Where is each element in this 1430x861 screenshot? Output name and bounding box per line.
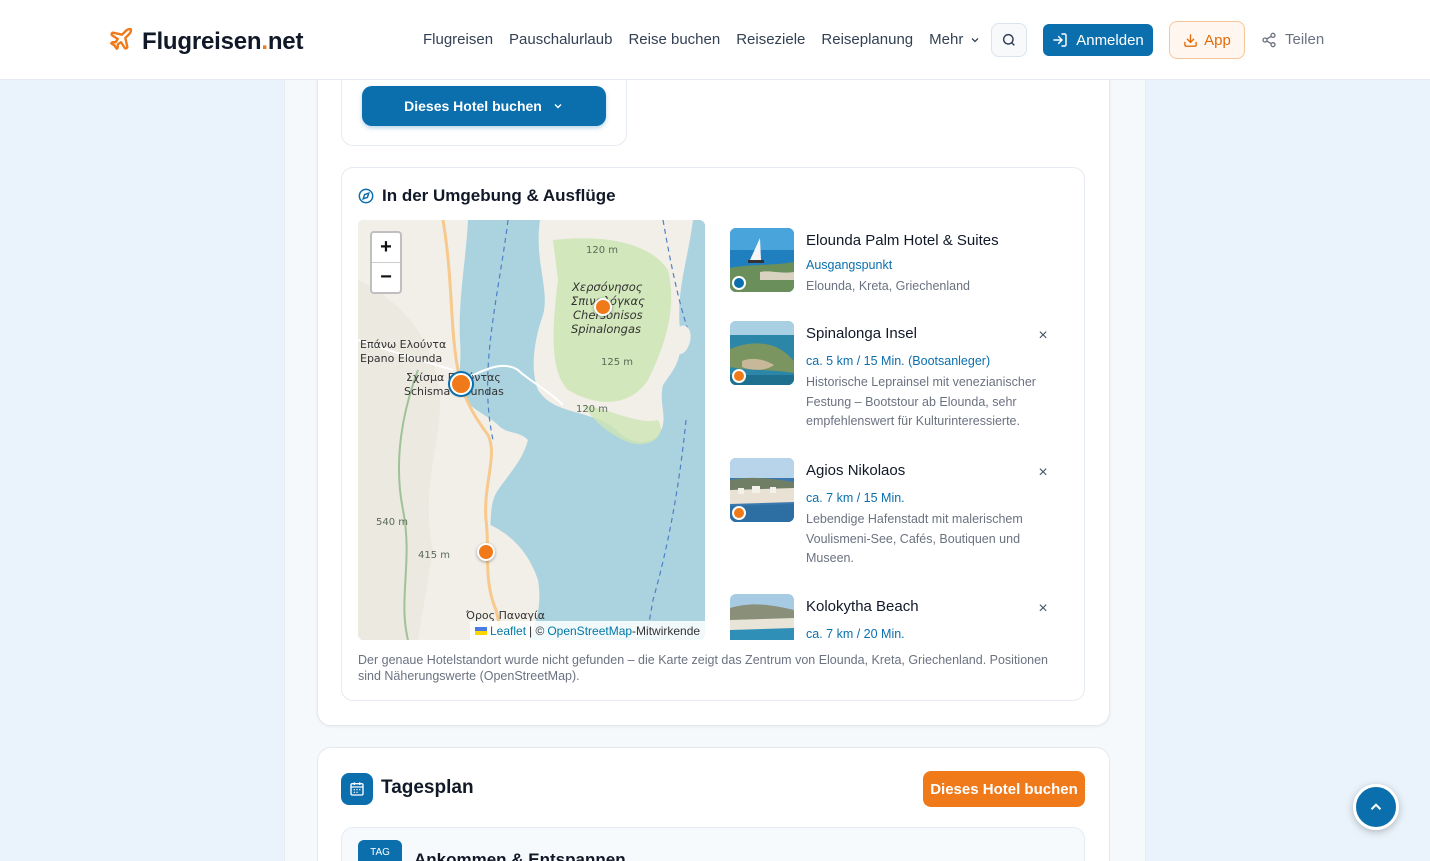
item-meta: ca. 7 km / 15 Min. bbox=[806, 491, 905, 505]
nav-reiseziele[interactable]: Reiseziele bbox=[736, 31, 805, 48]
map-zoom-control: + − bbox=[370, 231, 402, 294]
item-meta: ca. 7 km / 20 Min. bbox=[806, 627, 905, 640]
map-note: Der genaue Hotelstandort wurde nicht gef… bbox=[358, 653, 1049, 683]
map-zoom-in-button[interactable]: + bbox=[372, 233, 400, 262]
logo-text: Flugreisen.net bbox=[142, 27, 304, 55]
item-name: Spinalonga Insel bbox=[806, 325, 917, 342]
map-tiles bbox=[358, 220, 705, 640]
compass-icon bbox=[358, 188, 374, 204]
login-icon bbox=[1053, 33, 1067, 47]
surroundings-list: Elounda Palm Hotel & Suites Ausgangspunk… bbox=[730, 228, 1060, 640]
nav-mehr-label: Mehr bbox=[929, 31, 964, 48]
item-name: Kolokytha Beach bbox=[806, 598, 919, 615]
map-label-elevation: 415 m bbox=[418, 550, 451, 561]
day-title: Ankommen & Entspannen bbox=[414, 850, 626, 861]
surroundings-title: In der Umgebung & Ausflüge bbox=[358, 186, 616, 206]
surroundings-map[interactable]: 120 m Χερσόνησος Σπιναλόγκας Chersonisos… bbox=[358, 220, 705, 640]
item-desc: Elounda, Kreta, Griechenland bbox=[806, 279, 970, 293]
share-label: Teilen bbox=[1285, 31, 1325, 48]
map-zoom-out-button[interactable]: − bbox=[372, 263, 400, 292]
item-thumbnail bbox=[730, 594, 794, 640]
nav-reise-buchen[interactable]: Reise buchen bbox=[628, 31, 720, 48]
osm-link[interactable]: OpenStreetMap bbox=[547, 624, 632, 638]
item-desc: Historische Leprainsel mit venezianische… bbox=[806, 375, 1036, 428]
day-badge: TAG bbox=[358, 840, 402, 861]
map-label-elevation: 120 m bbox=[586, 245, 619, 256]
dayplan-icon-box bbox=[341, 773, 373, 805]
app-button[interactable]: App bbox=[1169, 21, 1245, 59]
map-marker-hotel[interactable] bbox=[450, 373, 472, 395]
main-nav: Flugreisen Pauschalurlaub Reise buchen R… bbox=[423, 31, 981, 48]
item-dot bbox=[732, 276, 746, 290]
plane-icon bbox=[108, 26, 134, 57]
surroundings-title-text: In der Umgebung & Ausflüge bbox=[382, 186, 616, 205]
chevron-down-icon bbox=[554, 104, 562, 109]
attribution-separator: | © bbox=[529, 623, 545, 638]
calendar-icon bbox=[350, 782, 364, 796]
nav-pauschalurlaub[interactable]: Pauschalurlaub bbox=[509, 31, 612, 48]
remove-item-button[interactable]: × bbox=[1036, 328, 1050, 344]
remove-item-button[interactable]: × bbox=[1036, 465, 1050, 481]
book-hotel-button[interactable]: Dieses Hotel buchen bbox=[362, 86, 606, 126]
download-icon bbox=[1184, 33, 1197, 47]
item-name: Elounda Palm Hotel & Suites bbox=[806, 232, 999, 249]
map-label-place: Χερσόνησος bbox=[572, 280, 643, 294]
map-marker-agios-nikolaos[interactable] bbox=[477, 543, 495, 561]
ukraine-flag-icon bbox=[475, 626, 487, 635]
nav-reiseplanung[interactable]: Reiseplanung bbox=[821, 31, 913, 48]
app-label: App bbox=[1204, 31, 1231, 49]
item-dot bbox=[732, 506, 746, 520]
chevron-down-icon bbox=[971, 37, 979, 42]
book-hotel-label: Dieses Hotel buchen bbox=[404, 98, 542, 114]
item-meta: ca. 5 km / 15 Min. (Bootsanleger) bbox=[806, 354, 991, 368]
search-icon bbox=[1002, 33, 1015, 46]
scroll-top-button[interactable] bbox=[1353, 784, 1399, 830]
map-label-elevation: 120 m bbox=[576, 404, 609, 415]
attribution-suffix: -Mitwirkende bbox=[632, 623, 701, 638]
site-header: Flugreisen.net Flugreisen Pauschalurlaub… bbox=[0, 0, 1430, 80]
item-thumbnail bbox=[730, 321, 794, 385]
item-dot bbox=[732, 369, 746, 383]
share-icon bbox=[1262, 32, 1276, 47]
map-label-place: Επάνω Ελούντα bbox=[360, 338, 447, 351]
item-name: Agios Nikolaos bbox=[806, 462, 906, 479]
map-attribution: Leaflet | © OpenStreetMap-Mitwirkende bbox=[470, 621, 706, 640]
share-button[interactable]: Teilen bbox=[1261, 31, 1324, 48]
map-label-place: Spinalongas bbox=[571, 322, 641, 336]
item-meta: Ausgangspunkt bbox=[806, 258, 893, 272]
dayplan-book-button[interactable]: Dieses Hotel buchen bbox=[923, 771, 1085, 807]
remove-item-button[interactable]: × bbox=[1036, 601, 1050, 617]
login-button[interactable]: Anmelden bbox=[1043, 24, 1153, 56]
map-label-place: Epano Elounda bbox=[360, 352, 443, 365]
nav-mehr[interactable]: Mehr bbox=[929, 31, 981, 48]
map-marker-spinalonga[interactable] bbox=[594, 298, 612, 316]
background-left bbox=[0, 0, 284, 861]
item-desc: Lebendige Hafenstadt mit malerischem Vou… bbox=[806, 512, 1023, 565]
background-right bbox=[1146, 0, 1430, 861]
map-label-elevation: 540 m bbox=[376, 517, 409, 528]
nav-flugreisen[interactable]: Flugreisen bbox=[423, 31, 493, 48]
leaflet-link[interactable]: Leaflet bbox=[490, 624, 526, 638]
site-logo[interactable]: Flugreisen.net bbox=[108, 26, 303, 57]
item-thumbnail bbox=[730, 458, 794, 522]
search-button[interactable] bbox=[991, 23, 1027, 57]
map-label-elevation: 125 m bbox=[601, 357, 634, 368]
chevron-up-icon bbox=[1370, 803, 1382, 810]
item-thumbnail bbox=[730, 228, 794, 292]
dayplan-title: Tagesplan bbox=[381, 777, 474, 798]
login-label: Anmelden bbox=[1076, 31, 1144, 49]
